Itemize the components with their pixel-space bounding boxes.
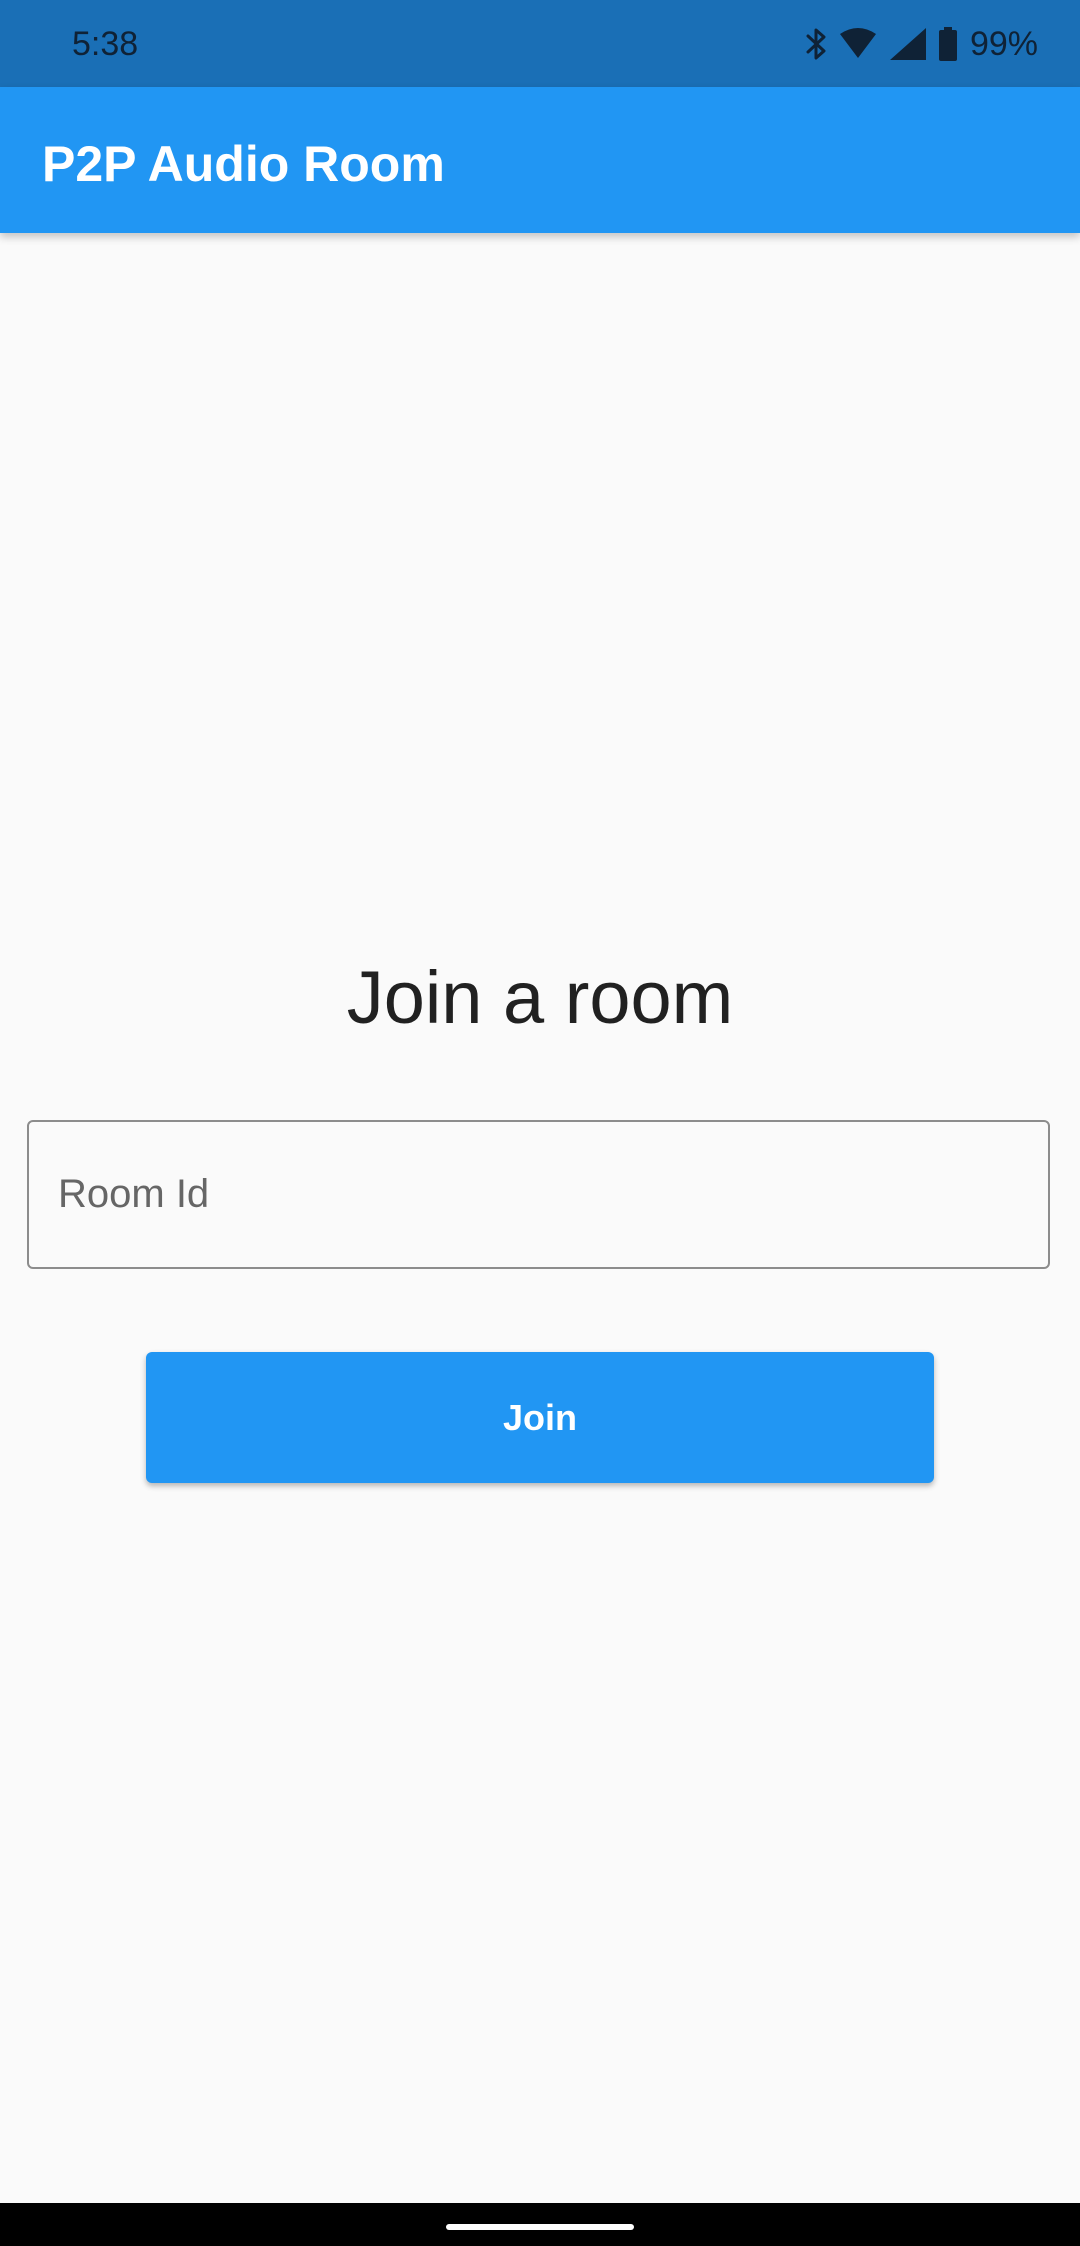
main-content: Join a room Join <box>0 233 1080 2203</box>
wifi-icon <box>838 26 878 62</box>
cellular-signal-icon <box>888 26 928 62</box>
app-title: P2P Audio Room <box>42 136 445 192</box>
status-icons: 99% <box>804 20 1038 68</box>
room-id-input[interactable] <box>27 1120 1050 1269</box>
status-bar: 5:38 99% <box>0 0 1080 87</box>
status-time: 5:38 <box>72 25 139 63</box>
join-button[interactable]: Join <box>146 1352 934 1483</box>
page-heading: Join a room <box>346 956 734 1039</box>
home-indicator[interactable] <box>446 2224 634 2230</box>
navigation-bar <box>0 2203 1080 2246</box>
battery-icon <box>938 26 958 62</box>
battery-percentage: 99% <box>969 25 1038 63</box>
app-bar: P2P Audio Room <box>0 87 1080 233</box>
bluetooth-icon <box>804 26 828 62</box>
